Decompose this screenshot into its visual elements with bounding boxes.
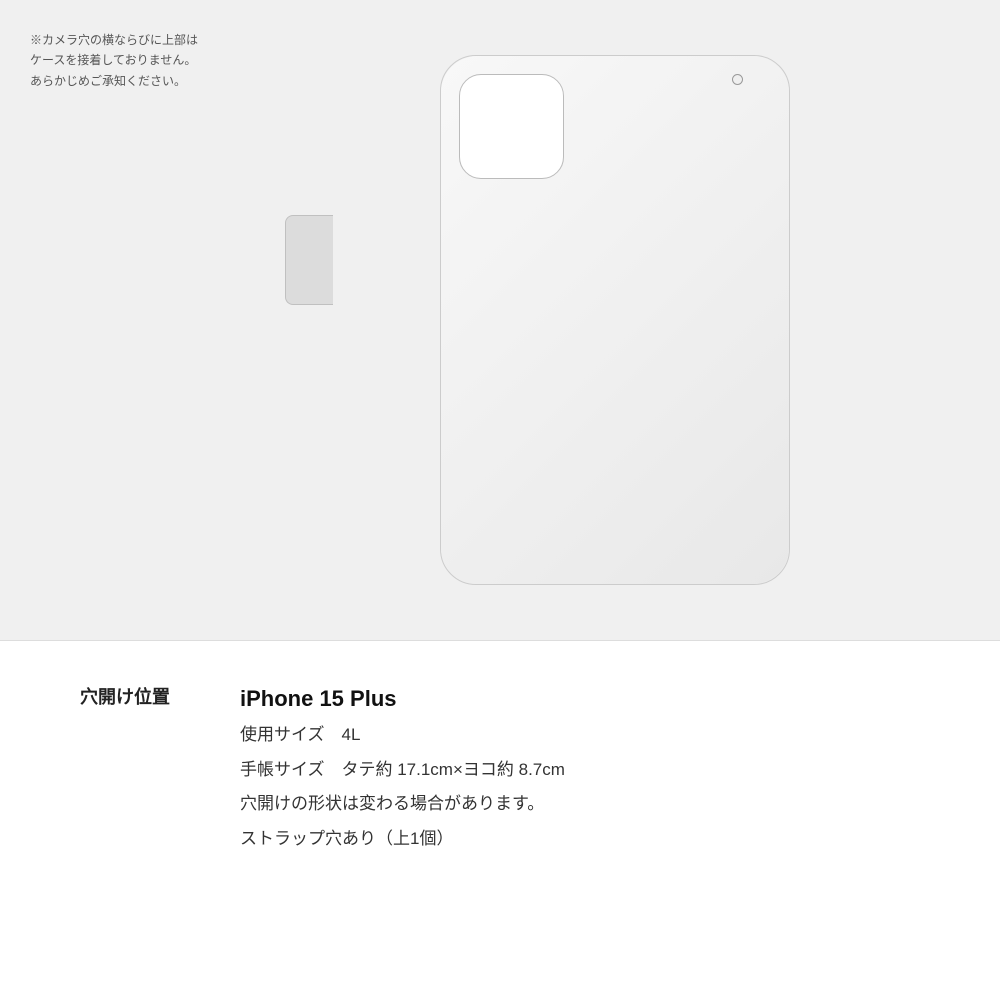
strap-note: ストラップ穴あり（上1個） (240, 824, 920, 855)
info-details: iPhone 15 Plus 使用サイズ 4L 手帳サイズ タテ約 17.1cm… (240, 681, 920, 855)
size-label: 使用サイズ 4L (240, 720, 920, 751)
device-name: iPhone 15 Plus (240, 681, 920, 716)
strap-hole (732, 74, 743, 85)
info-section: 穴開け位置 iPhone 15 Plus 使用サイズ 4L 手帳サイズ タテ約 … (0, 641, 1000, 1000)
dimensions-label: 手帳サイズ タテ約 17.1cm×ヨコ約 8.7cm (240, 755, 920, 786)
case-illustration-area: ※カメラ穴の横ならびに上部は ケースを接着しておりません。 あらかじめご承知くだ… (0, 0, 1000, 640)
camera-note-text: ※カメラ穴の横ならびに上部は ケースを接着しておりません。 あらかじめご承知くだ… (30, 30, 198, 91)
case-wrapper (285, 35, 715, 605)
page-container: ※カメラ穴の横ならびに上部は ケースを接着しておりません。 あらかじめご承知くだ… (0, 0, 1000, 1000)
shape-note: 穴開けの形状は変わる場合があります。 (240, 789, 920, 820)
case-face-inner (441, 56, 789, 584)
side-tab (285, 215, 333, 305)
camera-cutout (459, 74, 564, 179)
case-face (440, 55, 790, 585)
info-label: 穴開け位置 (80, 681, 200, 713)
